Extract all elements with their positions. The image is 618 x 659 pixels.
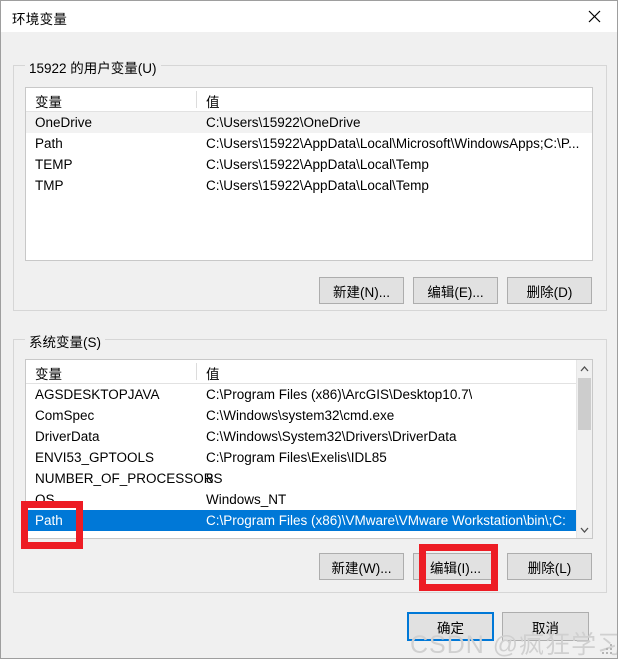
variable-name-cell: Path <box>35 513 63 528</box>
title-bar: 环境变量 <box>1 1 617 32</box>
table-row[interactable]: OneDrive C:\Users\15922\OneDrive <box>26 112 592 133</box>
variable-value-cell: C:\Program Files\Exelis\IDL85 <box>206 450 387 465</box>
user-new-button[interactable]: 新建(N)... <box>319 277 404 304</box>
system-list-header: 变量 值 <box>26 360 592 384</box>
user-delete-button[interactable]: 删除(D) <box>507 277 592 304</box>
variable-value-cell: Windows_NT <box>206 492 287 507</box>
table-row[interactable]: Path C:\Program Files (x86)\VMware\VMware… <box>26 510 576 531</box>
user-variables-list[interactable]: 变量 值 OneDrive C:\Users\15922\OneDrive Path… <box>25 87 593 261</box>
variable-value-cell: C:\Users\15922\OneDrive <box>206 115 361 130</box>
scroll-down-arrow-icon[interactable] <box>577 521 592 538</box>
variable-value-cell: C:\Windows\system32\cmd.exe <box>206 408 395 423</box>
variable-name-cell: TMP <box>35 178 64 193</box>
system-variables-list[interactable]: 变量 值 AGSDESKTOPJAVA C:\Program Files (x86… <box>25 359 593 539</box>
variable-value-cell: C:\Users\15922\AppData\Local\Microsoft\W… <box>206 136 580 151</box>
variable-name-cell: NUMBER_OF_PROCESSORS <box>35 471 223 486</box>
variable-value-cell: C:\Windows\System32\Drivers\DriverData <box>206 429 457 444</box>
variable-name-cell: ENVI53_GPTOOLS <box>35 450 155 465</box>
system-column-divider[interactable] <box>196 363 197 380</box>
table-row[interactable]: ComSpec C:\Windows\system32\cmd.exe <box>26 405 576 426</box>
table-row[interactable]: NUMBER_OF_PROCESSORS 8 <box>26 468 576 489</box>
table-row[interactable]: DriverData C:\Windows\System32\Drivers\Dr… <box>26 426 576 447</box>
scrollbar-thumb[interactable] <box>578 378 591 430</box>
window-title: 环境变量 <box>12 12 68 27</box>
close-button[interactable] <box>571 1 617 32</box>
system-column-name[interactable]: 变量 <box>35 363 62 383</box>
system-delete-button[interactable]: 删除(L) <box>507 553 592 580</box>
variable-value-cell: C:\Users\15922\AppData\Local\Temp <box>206 157 429 172</box>
variable-value-cell: 8 <box>206 471 214 486</box>
table-row[interactable]: ENVI53_GPTOOLS C:\Program Files\Exelis\ID… <box>26 447 576 468</box>
variable-value-cell: C:\Users\15922\AppData\Local\Temp <box>206 178 429 193</box>
system-variables-legend: 系统变量(S) <box>25 331 105 351</box>
variable-name-cell: AGSDESKTOPJAVA <box>35 387 160 402</box>
table-row[interactable]: TMP C:\Users\15922\AppData\Local\Temp <box>26 175 592 196</box>
cancel-button[interactable]: 取消 <box>502 612 589 641</box>
system-list-rows: AGSDESKTOPJAVA C:\Program Files (x86)\Arc… <box>26 384 592 531</box>
system-new-button[interactable]: 新建(W)... <box>319 553 404 580</box>
table-row[interactable]: Path C:\Users\15922\AppData\Local\Microso… <box>26 133 592 154</box>
variable-name-cell: TEMP <box>35 157 73 172</box>
variable-name-cell: OneDrive <box>35 115 93 130</box>
variable-name-cell: OS <box>35 492 55 507</box>
system-edit-button[interactable]: 编辑(I)... <box>413 553 498 580</box>
user-column-divider[interactable] <box>196 91 197 108</box>
resize-grip[interactable] <box>602 644 613 655</box>
table-row[interactable]: TEMP C:\Users\15922\AppData\Local\Temp <box>26 154 592 175</box>
ok-button[interactable]: 确定 <box>407 612 494 641</box>
variable-name-cell: DriverData <box>35 429 100 444</box>
user-column-value[interactable]: 值 <box>206 91 220 111</box>
user-edit-button[interactable]: 编辑(E)... <box>413 277 498 304</box>
environment-variables-dialog: 环境变量 15922 的用户变量(U) 变量 值 OneDrive C:\User… <box>0 0 618 659</box>
user-list-header: 变量 值 <box>26 88 592 112</box>
user-column-name[interactable]: 变量 <box>35 91 62 111</box>
system-list-scrollbar[interactable] <box>576 360 592 538</box>
table-row[interactable]: AGSDESKTOPJAVA C:\Program Files (x86)\Arc… <box>26 384 576 405</box>
close-icon <box>588 10 601 23</box>
user-variables-legend: 15922 的用户变量(U) <box>25 57 161 77</box>
variable-name-cell: Path <box>35 136 63 151</box>
system-column-value[interactable]: 值 <box>206 363 220 383</box>
table-row[interactable]: OS Windows_NT <box>26 489 576 510</box>
variable-name-cell: ComSpec <box>35 408 95 423</box>
user-list-rows: OneDrive C:\Users\15922\OneDrive Path C:\Us… <box>26 112 592 196</box>
variable-value-cell: C:\Program Files (x86)\VMware\VMware Wor… <box>206 513 566 528</box>
variable-value-cell: C:\Program Files (x86)\ArcGIS\Desktop10.… <box>206 387 473 402</box>
scroll-up-arrow-icon[interactable] <box>577 360 592 377</box>
